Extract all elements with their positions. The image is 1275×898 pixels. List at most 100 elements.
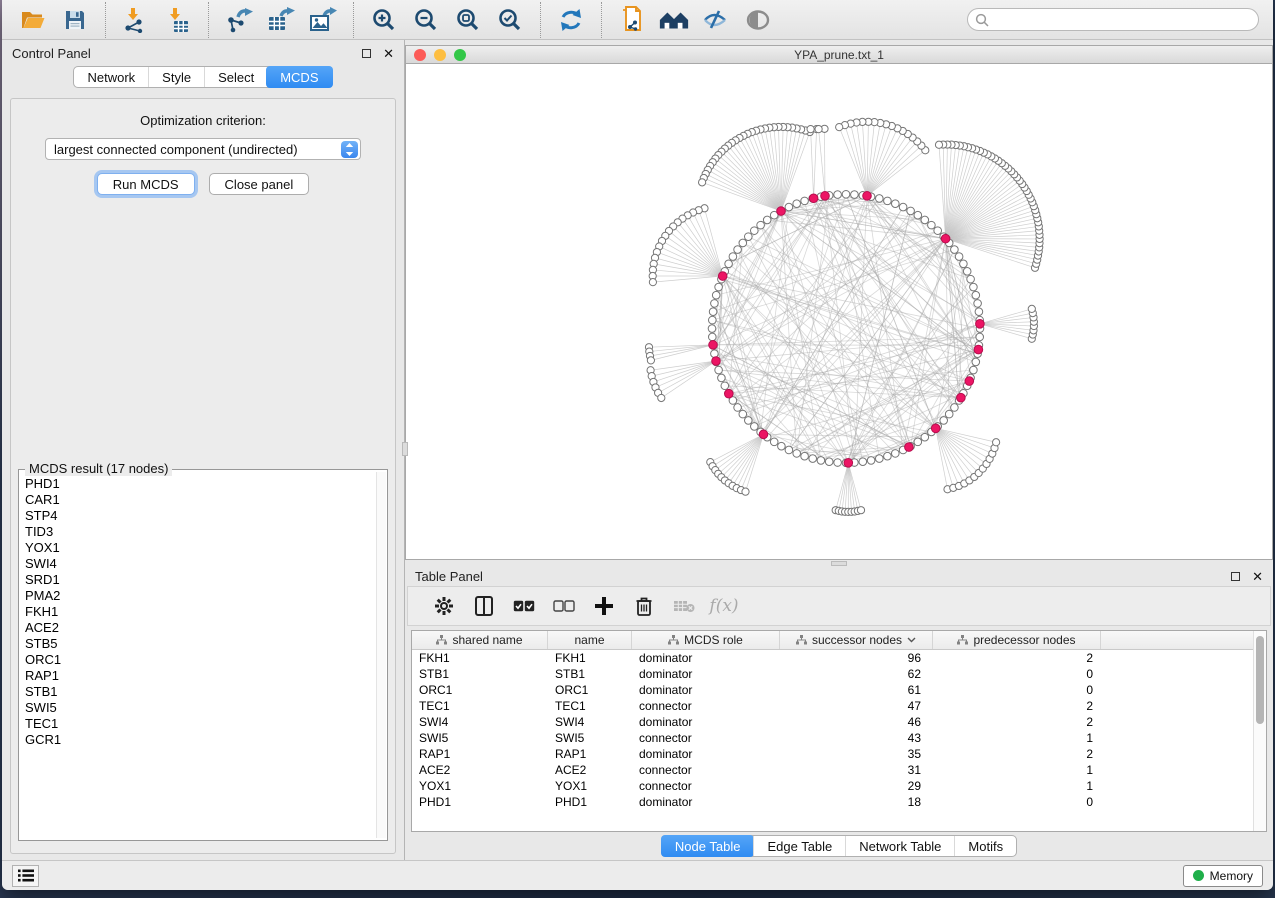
vertical-splitter-grip[interactable] [402,442,408,456]
toolbar-separator [540,2,541,38]
select-all-icon[interactable] [504,591,544,621]
open-session-icon[interactable] [17,4,49,36]
mcds-result-list[interactable]: PHD1CAR1STP4TID3YOX1SWI4SRD1PMA2FKH1ACE2… [21,474,375,838]
close-table-panel-icon[interactable]: ✕ [1252,570,1263,583]
mcds-result-item[interactable]: SWI5 [25,700,371,716]
mcds-result-item[interactable]: GCR1 [25,732,371,748]
show-graphics-details-icon[interactable] [742,4,774,36]
delete-column-icon[interactable] [624,591,664,621]
memory-button[interactable]: Memory [1183,865,1263,887]
deselect-all-icon[interactable] [544,591,584,621]
table-row[interactable]: TEC1TEC1connector472 [412,698,1253,714]
mcds-result-item[interactable]: RAP1 [25,668,371,684]
table-cell: dominator [632,667,780,681]
export-image-icon[interactable] [307,4,339,36]
table-row[interactable]: ACE2ACE2connector311 [412,762,1253,778]
table-cell: 62 [780,667,933,681]
mcds-result-item[interactable]: ORC1 [25,652,371,668]
column-layout-icon[interactable] [464,591,504,621]
horizontal-splitter[interactable] [405,560,1273,566]
search-icon [975,13,989,27]
import-network-icon[interactable] [120,4,152,36]
table-row[interactable]: SWI5SWI5connector431 [412,730,1253,746]
column-header-shared-name[interactable]: shared name [412,631,548,649]
network-canvas[interactable] [405,64,1273,560]
table-row[interactable]: YOX1YOX1connector291 [412,778,1253,794]
mcds-result-item[interactable]: FKH1 [25,604,371,620]
mcds-result-item[interactable]: TID3 [25,524,371,540]
import-table-icon[interactable] [162,4,194,36]
tab-mcds[interactable]: MCDS [266,66,332,88]
mcds-result-item[interactable]: STB1 [25,684,371,700]
mcds-result-item[interactable]: SRD1 [25,572,371,588]
table-row[interactable]: FKH1FKH1dominator962 [412,650,1253,666]
table-options-icon[interactable] [424,591,464,621]
table-scrollbar[interactable] [1253,631,1266,831]
tab-edge-table[interactable]: Edge Table [753,836,845,856]
attribute-icon [796,635,807,645]
table-row[interactable]: ORC1ORC1dominator610 [412,682,1253,698]
mcds-result-item[interactable]: CAR1 [25,492,371,508]
table-cell: TEC1 [548,699,632,713]
table-cell: 0 [933,795,1101,809]
attribute-icon [436,635,447,645]
mcds-result-item[interactable]: PHD1 [25,476,371,492]
table-row[interactable]: STB1STB1dominator620 [412,666,1253,682]
tab-node-table[interactable]: Node Table [661,835,755,857]
table-cell: STB1 [412,667,548,681]
network-titlebar[interactable]: YPA_prune.txt_1 [405,45,1273,64]
table-row[interactable]: RAP1RAP1dominator352 [412,746,1253,762]
run-mcds-button[interactable]: Run MCDS [97,173,195,195]
zoom-out-icon[interactable] [410,4,442,36]
table-row[interactable]: SWI4SWI4dominator462 [412,714,1253,730]
zoom-in-icon[interactable] [368,4,400,36]
close-panel-icon[interactable]: ✕ [383,47,394,60]
cytoscape-window: Control Panel ✕ Network Style Select MCD… [2,0,1273,890]
tab-style[interactable]: Style [148,67,204,87]
table-cell: FKH1 [548,651,632,665]
mcds-result-item[interactable]: PMA2 [25,588,371,604]
column-header-mcds-role[interactable]: MCDS role [632,631,780,649]
criterion-dropdown[interactable]: largest connected component (undirected) [45,138,361,160]
table-scrollbar-thumb[interactable] [1256,636,1264,724]
table-cell: 1 [933,779,1101,793]
float-table-panel-icon[interactable] [1231,572,1240,581]
task-history-button[interactable] [12,865,39,887]
column-header-predecessor-nodes[interactable]: predecessor nodes [933,631,1101,649]
save-session-icon[interactable] [59,4,91,36]
table-row[interactable]: PHD1PHD1dominator180 [412,794,1253,810]
mcds-result-item[interactable]: STP4 [25,508,371,524]
mcds-result-item[interactable]: TEC1 [25,716,371,732]
mcds-result-item[interactable]: SWI4 [25,556,371,572]
tab-motifs[interactable]: Motifs [954,836,1016,856]
tab-network-table[interactable]: Network Table [845,836,954,856]
main-toolbar [2,0,1273,40]
float-panel-icon[interactable] [362,49,371,58]
network-graph[interactable] [406,64,1272,559]
column-header-name[interactable]: name [548,631,632,649]
hide-graphics-details-icon[interactable] [700,4,732,36]
close-panel-button[interactable]: Close panel [209,173,310,195]
zoom-selected-icon[interactable] [494,4,526,36]
apply-layout-icon[interactable] [555,4,587,36]
network-search[interactable] [967,8,1259,31]
table-cell: ORC1 [412,683,548,697]
home-icon[interactable] [658,4,690,36]
network-from-document-icon[interactable] [616,4,648,36]
tab-network[interactable]: Network [74,67,148,87]
mcds-result-item[interactable]: ACE2 [25,620,371,636]
export-network-icon[interactable] [223,4,255,36]
table-body: FKH1FKH1dominator962STB1STB1dominator620… [412,650,1253,831]
export-table-icon[interactable] [265,4,297,36]
mcds-result-item[interactable]: YOX1 [25,540,371,556]
zoom-fit-icon[interactable] [452,4,484,36]
column-header-successor-nodes[interactable]: successor nodes [780,631,933,649]
table-cell: dominator [632,715,780,729]
toolbar-separator [601,2,602,38]
mcds-result-item[interactable]: STB5 [25,636,371,652]
add-column-icon[interactable] [584,591,624,621]
search-input[interactable] [994,13,1251,27]
tab-select[interactable]: Select [204,67,267,87]
result-scrollbar[interactable] [376,472,386,838]
horizontal-splitter-grip[interactable] [831,561,847,566]
